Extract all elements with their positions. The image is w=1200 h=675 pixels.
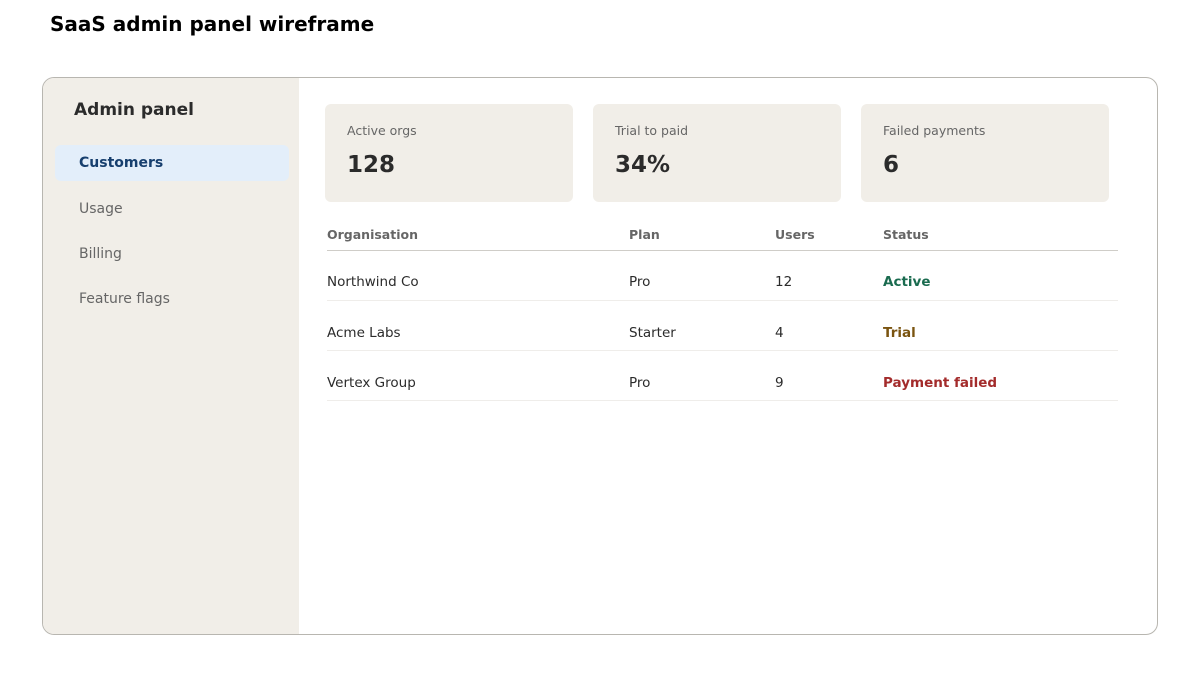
- kpi-label: Active orgs: [347, 123, 417, 138]
- kpi-card-trial-to-paid: Trial to paid 34%: [593, 104, 841, 202]
- sidebar-item-usage[interactable]: Usage: [55, 191, 289, 227]
- kpi-value: 128: [347, 152, 396, 178]
- table-header: Organisation Plan Users Status: [327, 218, 1118, 251]
- column-header-organisation[interactable]: Organisation: [327, 227, 418, 242]
- status-badge: Trial: [883, 325, 916, 341]
- cell-organisation: Acme Labs: [327, 325, 401, 341]
- sidebar-item-billing[interactable]: Billing: [55, 236, 289, 272]
- kpi-value: 6: [883, 152, 900, 178]
- sidebar-item-feature-flags[interactable]: Feature flags: [55, 281, 289, 317]
- column-header-users[interactable]: Users: [775, 227, 815, 242]
- cell-organisation: Northwind Co: [327, 274, 419, 290]
- cell-users: 4: [775, 325, 784, 341]
- sidebar: Admin panel Customers Usage Billing Feat…: [43, 78, 299, 634]
- table-row[interactable]: Vertex Group Pro 9 Payment failed: [327, 351, 1118, 401]
- table-row[interactable]: Northwind Co Pro 12 Active: [327, 251, 1118, 301]
- page-title: SaaS admin panel wireframe: [50, 12, 375, 36]
- sidebar-item-label: Feature flags: [79, 291, 170, 307]
- sidebar-item-label: Customers: [79, 155, 164, 171]
- kpi-value: 34%: [615, 152, 671, 178]
- customers-table: Organisation Plan Users Status Northwind…: [327, 218, 1118, 401]
- column-header-status[interactable]: Status: [883, 227, 929, 242]
- sidebar-item-customers[interactable]: Customers: [55, 145, 289, 181]
- cell-plan: Pro: [629, 375, 651, 391]
- main-content: Active orgs 128 Trial to paid 34% Failed…: [299, 78, 1157, 634]
- cell-users: 9: [775, 375, 784, 391]
- cell-organisation: Vertex Group: [327, 375, 416, 391]
- sidebar-item-label: Usage: [79, 201, 123, 217]
- kpi-label: Trial to paid: [615, 123, 689, 138]
- admin-app-window: Admin panel Customers Usage Billing Feat…: [42, 77, 1158, 635]
- status-badge: Payment failed: [883, 375, 998, 391]
- kpi-card-failed-payments: Failed payments 6: [861, 104, 1109, 202]
- sidebar-title: Admin panel: [74, 100, 194, 120]
- column-header-plan[interactable]: Plan: [629, 227, 660, 242]
- cell-plan: Pro: [629, 274, 651, 290]
- kpi-label: Failed payments: [883, 123, 986, 138]
- status-badge: Active: [883, 274, 931, 290]
- cell-plan: Starter: [629, 325, 676, 341]
- cell-users: 12: [775, 274, 793, 290]
- table-row[interactable]: Acme Labs Starter 4 Trial: [327, 301, 1118, 351]
- sidebar-item-label: Billing: [79, 246, 122, 262]
- kpi-card-active-orgs: Active orgs 128: [325, 104, 573, 202]
